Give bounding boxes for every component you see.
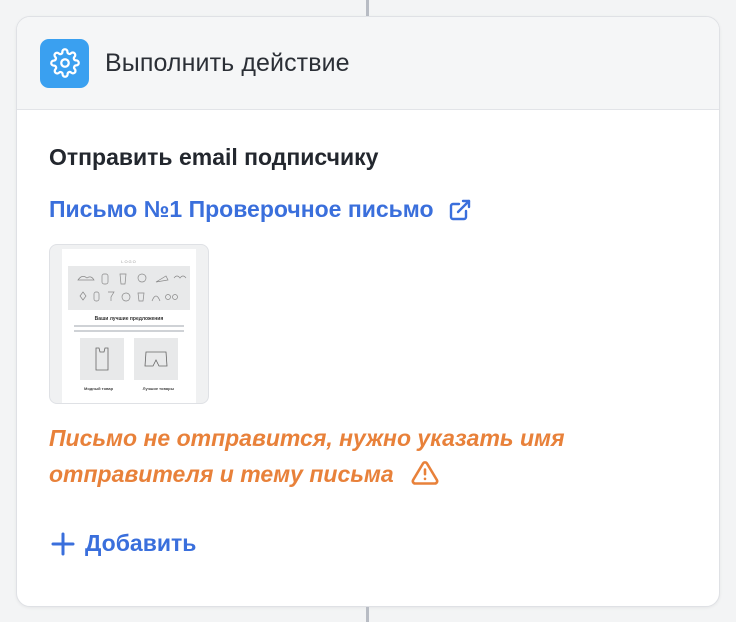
card-header: Выполнить действие bbox=[17, 17, 719, 110]
warning-icon bbox=[410, 459, 440, 497]
add-button[interactable]: Добавить bbox=[51, 530, 196, 557]
warning-text: Письмо не отправится, нужно указать имя … bbox=[49, 425, 565, 487]
letter-link[interactable]: Письмо №1 Проверочное письмо bbox=[49, 196, 472, 223]
email-preview-content: LOGO Ваши лучшие предложения Модный това… bbox=[62, 249, 196, 403]
action-title: Отправить email подписчику bbox=[49, 144, 379, 170]
email-preview-products bbox=[80, 338, 178, 380]
gear-icon bbox=[40, 38, 89, 88]
email-preview-product-image bbox=[80, 338, 124, 380]
warning-message: Письмо не отправится, нужно указать имя … bbox=[49, 420, 669, 497]
email-preview-text-line bbox=[74, 325, 184, 327]
email-preview-product-label: Модный товар bbox=[84, 386, 114, 391]
email-preview-logo: LOGO bbox=[121, 259, 137, 264]
add-button-label: Добавить bbox=[85, 530, 197, 556]
letter-link-label: Письмо №1 Проверочное письмо bbox=[49, 196, 434, 222]
email-preview-thumbnail[interactable]: LOGO Ваши лучшие предложения Модный това… bbox=[49, 244, 209, 404]
email-preview-text-line bbox=[74, 330, 184, 332]
email-preview-product-labels: Модный товар Лучшие товары bbox=[84, 386, 174, 391]
plus-icon bbox=[51, 532, 75, 556]
email-preview-hero-image bbox=[68, 266, 190, 310]
flow-connector-top bbox=[366, 0, 369, 16]
action-card: Выполнить действие Отправить email подпи… bbox=[16, 16, 720, 607]
email-preview-product-label: Лучшие товары bbox=[142, 386, 174, 391]
external-link-icon[interactable] bbox=[448, 198, 472, 222]
email-preview-product-image bbox=[134, 338, 178, 380]
card-header-title: Выполнить действие bbox=[105, 48, 350, 77]
email-preview-heading: Ваши лучшие предложения bbox=[94, 316, 164, 322]
flow-connector-bottom bbox=[366, 607, 369, 622]
